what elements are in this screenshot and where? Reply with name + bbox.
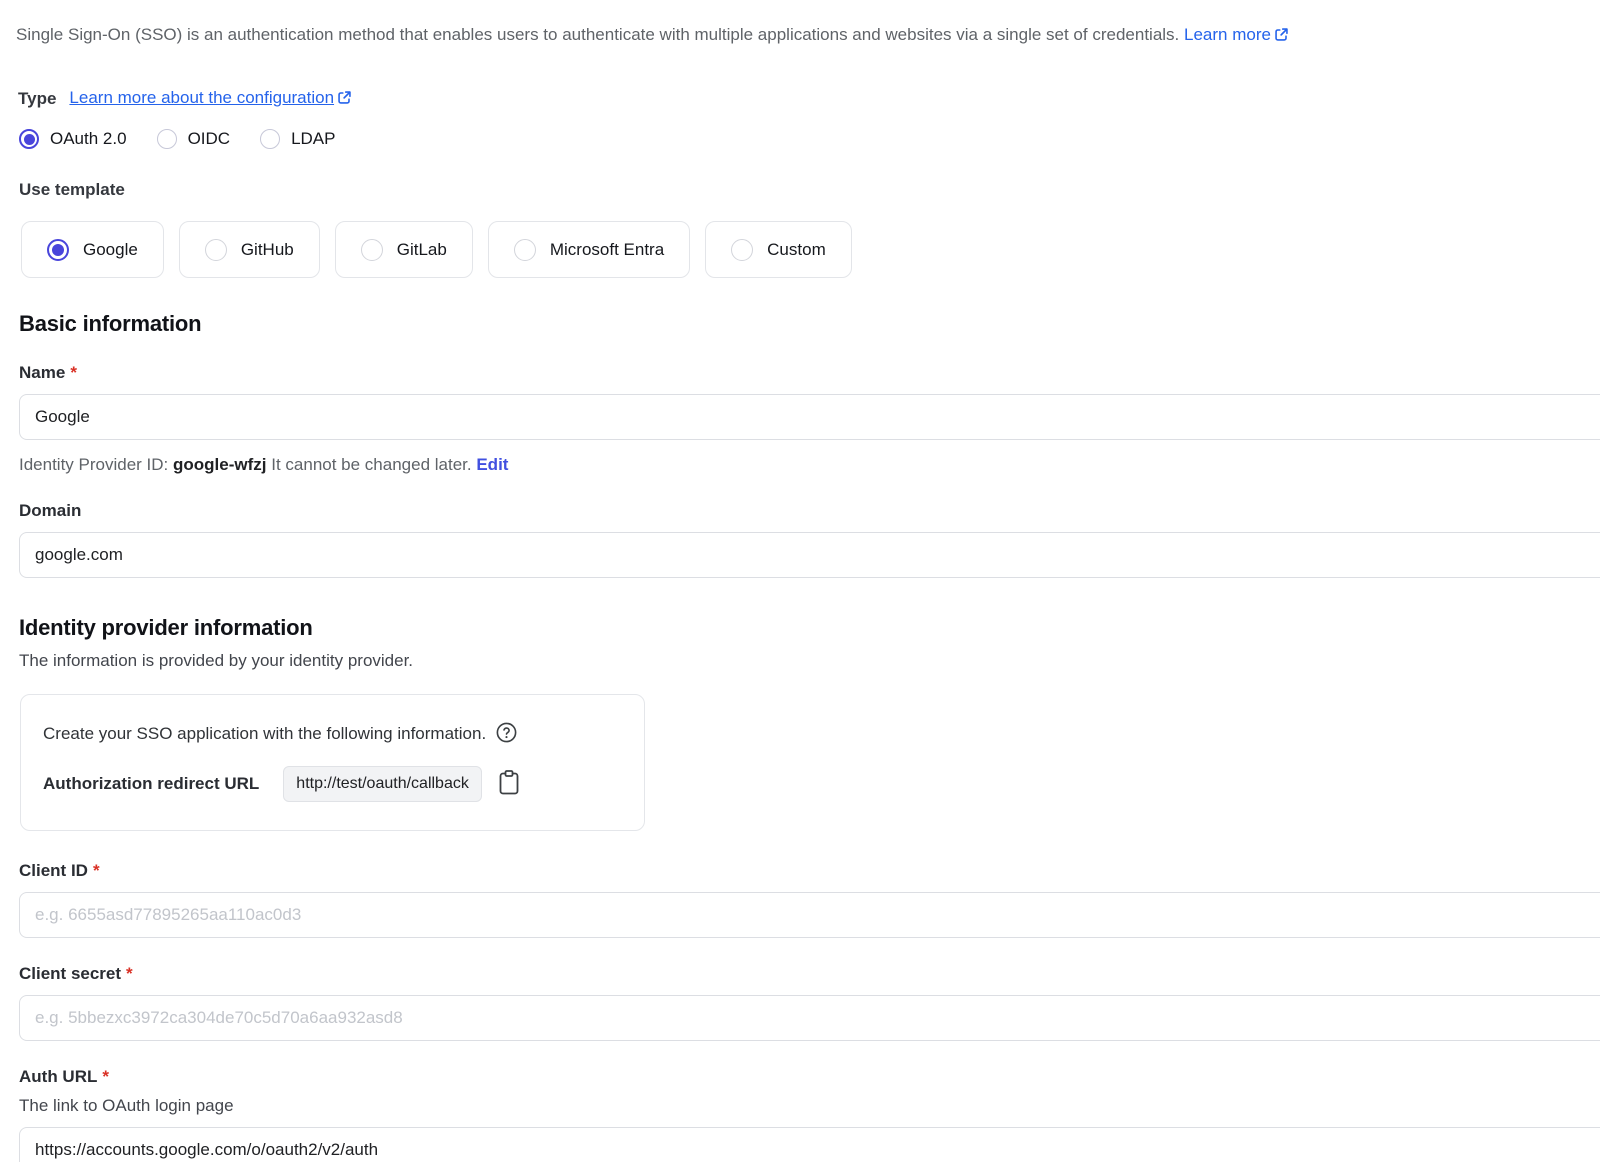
auth-url-input[interactable] [19,1127,1600,1162]
authorization-redirect-url-label: Authorization redirect URL [43,774,259,794]
required-asterisk: * [102,1067,109,1087]
use-template-label: Use template [19,180,1600,200]
copy-redirect-url-button[interactable] [497,769,521,799]
name-label: Name * [19,363,1600,383]
sso-description-text: Single Sign-On (SSO) is an authenticatio… [16,25,1179,44]
name-input[interactable] [19,394,1600,440]
radio-unselected-icon [205,239,227,261]
redirect-url-row: Authorization redirect URL http://test/o… [43,766,622,802]
client-secret-label: Client secret * [19,964,1600,984]
client-id-input[interactable] [19,892,1600,938]
sso-settings-page: Single Sign-On (SSO) is an authenticatio… [0,0,1600,1162]
configuration-docs-link[interactable]: Learn more about the configuration [69,88,352,110]
template-card-gitlab[interactable]: GitLab [335,221,473,278]
template-card-google[interactable]: Google [21,221,164,278]
basic-information-heading: Basic information [19,310,1600,337]
template-card-github[interactable]: GitHub [179,221,320,278]
external-link-icon [1274,26,1289,48]
help-tooltip-button[interactable] [495,721,518,747]
domain-label: Domain [19,501,1600,521]
required-asterisk: * [70,363,77,383]
type-label: Type [18,89,56,109]
type-row: Type Learn more about the configuration [18,88,1600,110]
required-asterisk: * [93,861,100,881]
radio-unselected-icon [157,129,177,149]
edit-provider-id-link[interactable]: Edit [476,455,508,474]
identity-provider-information-subtitle: The information is provided by your iden… [19,651,1600,671]
radio-unselected-icon [731,239,753,261]
radio-selected-icon [47,239,69,261]
type-option-oidc[interactable]: OIDC [157,129,231,149]
type-option-ldap[interactable]: LDAP [260,129,335,149]
callout-instruction-row: Create your SSO application with the fol… [43,721,622,747]
domain-input[interactable] [19,532,1600,578]
radio-unselected-icon [361,239,383,261]
callout-instruction-text: Create your SSO application with the fol… [43,724,486,744]
authorization-redirect-url-value: http://test/oauth/callback [283,766,482,802]
radio-unselected-icon [514,239,536,261]
client-id-label: Client ID * [19,861,1600,881]
learn-more-link[interactable]: Learn more [1184,25,1289,44]
identity-provider-information-heading: Identity provider information [19,614,1600,641]
type-option-oauth2[interactable]: OAuth 2.0 [19,129,127,149]
type-radio-group: OAuth 2.0 OIDC LDAP [19,129,1600,149]
template-card-custom[interactable]: Custom [705,221,852,278]
required-asterisk: * [126,964,133,984]
sso-application-callout: Create your SSO application with the fol… [20,694,645,831]
external-link-icon [337,90,352,110]
identity-provider-id-value: google-wfzj [173,455,266,474]
clipboard-icon [497,769,521,799]
sso-description: Single Sign-On (SSO) is an authenticatio… [16,24,1600,48]
radio-unselected-icon [260,129,280,149]
radio-selected-icon [19,129,39,149]
client-secret-input[interactable] [19,995,1600,1041]
question-circle-icon [495,721,518,747]
template-card-microsoft-entra[interactable]: Microsoft Entra [488,221,690,278]
identity-provider-id-note: Identity Provider ID: google-wfzj It can… [19,455,1600,475]
auth-url-helper: The link to OAuth login page [19,1096,1600,1116]
template-card-group: Google GitHub GitLab Microsoft Entra Cus… [21,221,1600,278]
auth-url-label: Auth URL * [19,1067,1600,1087]
